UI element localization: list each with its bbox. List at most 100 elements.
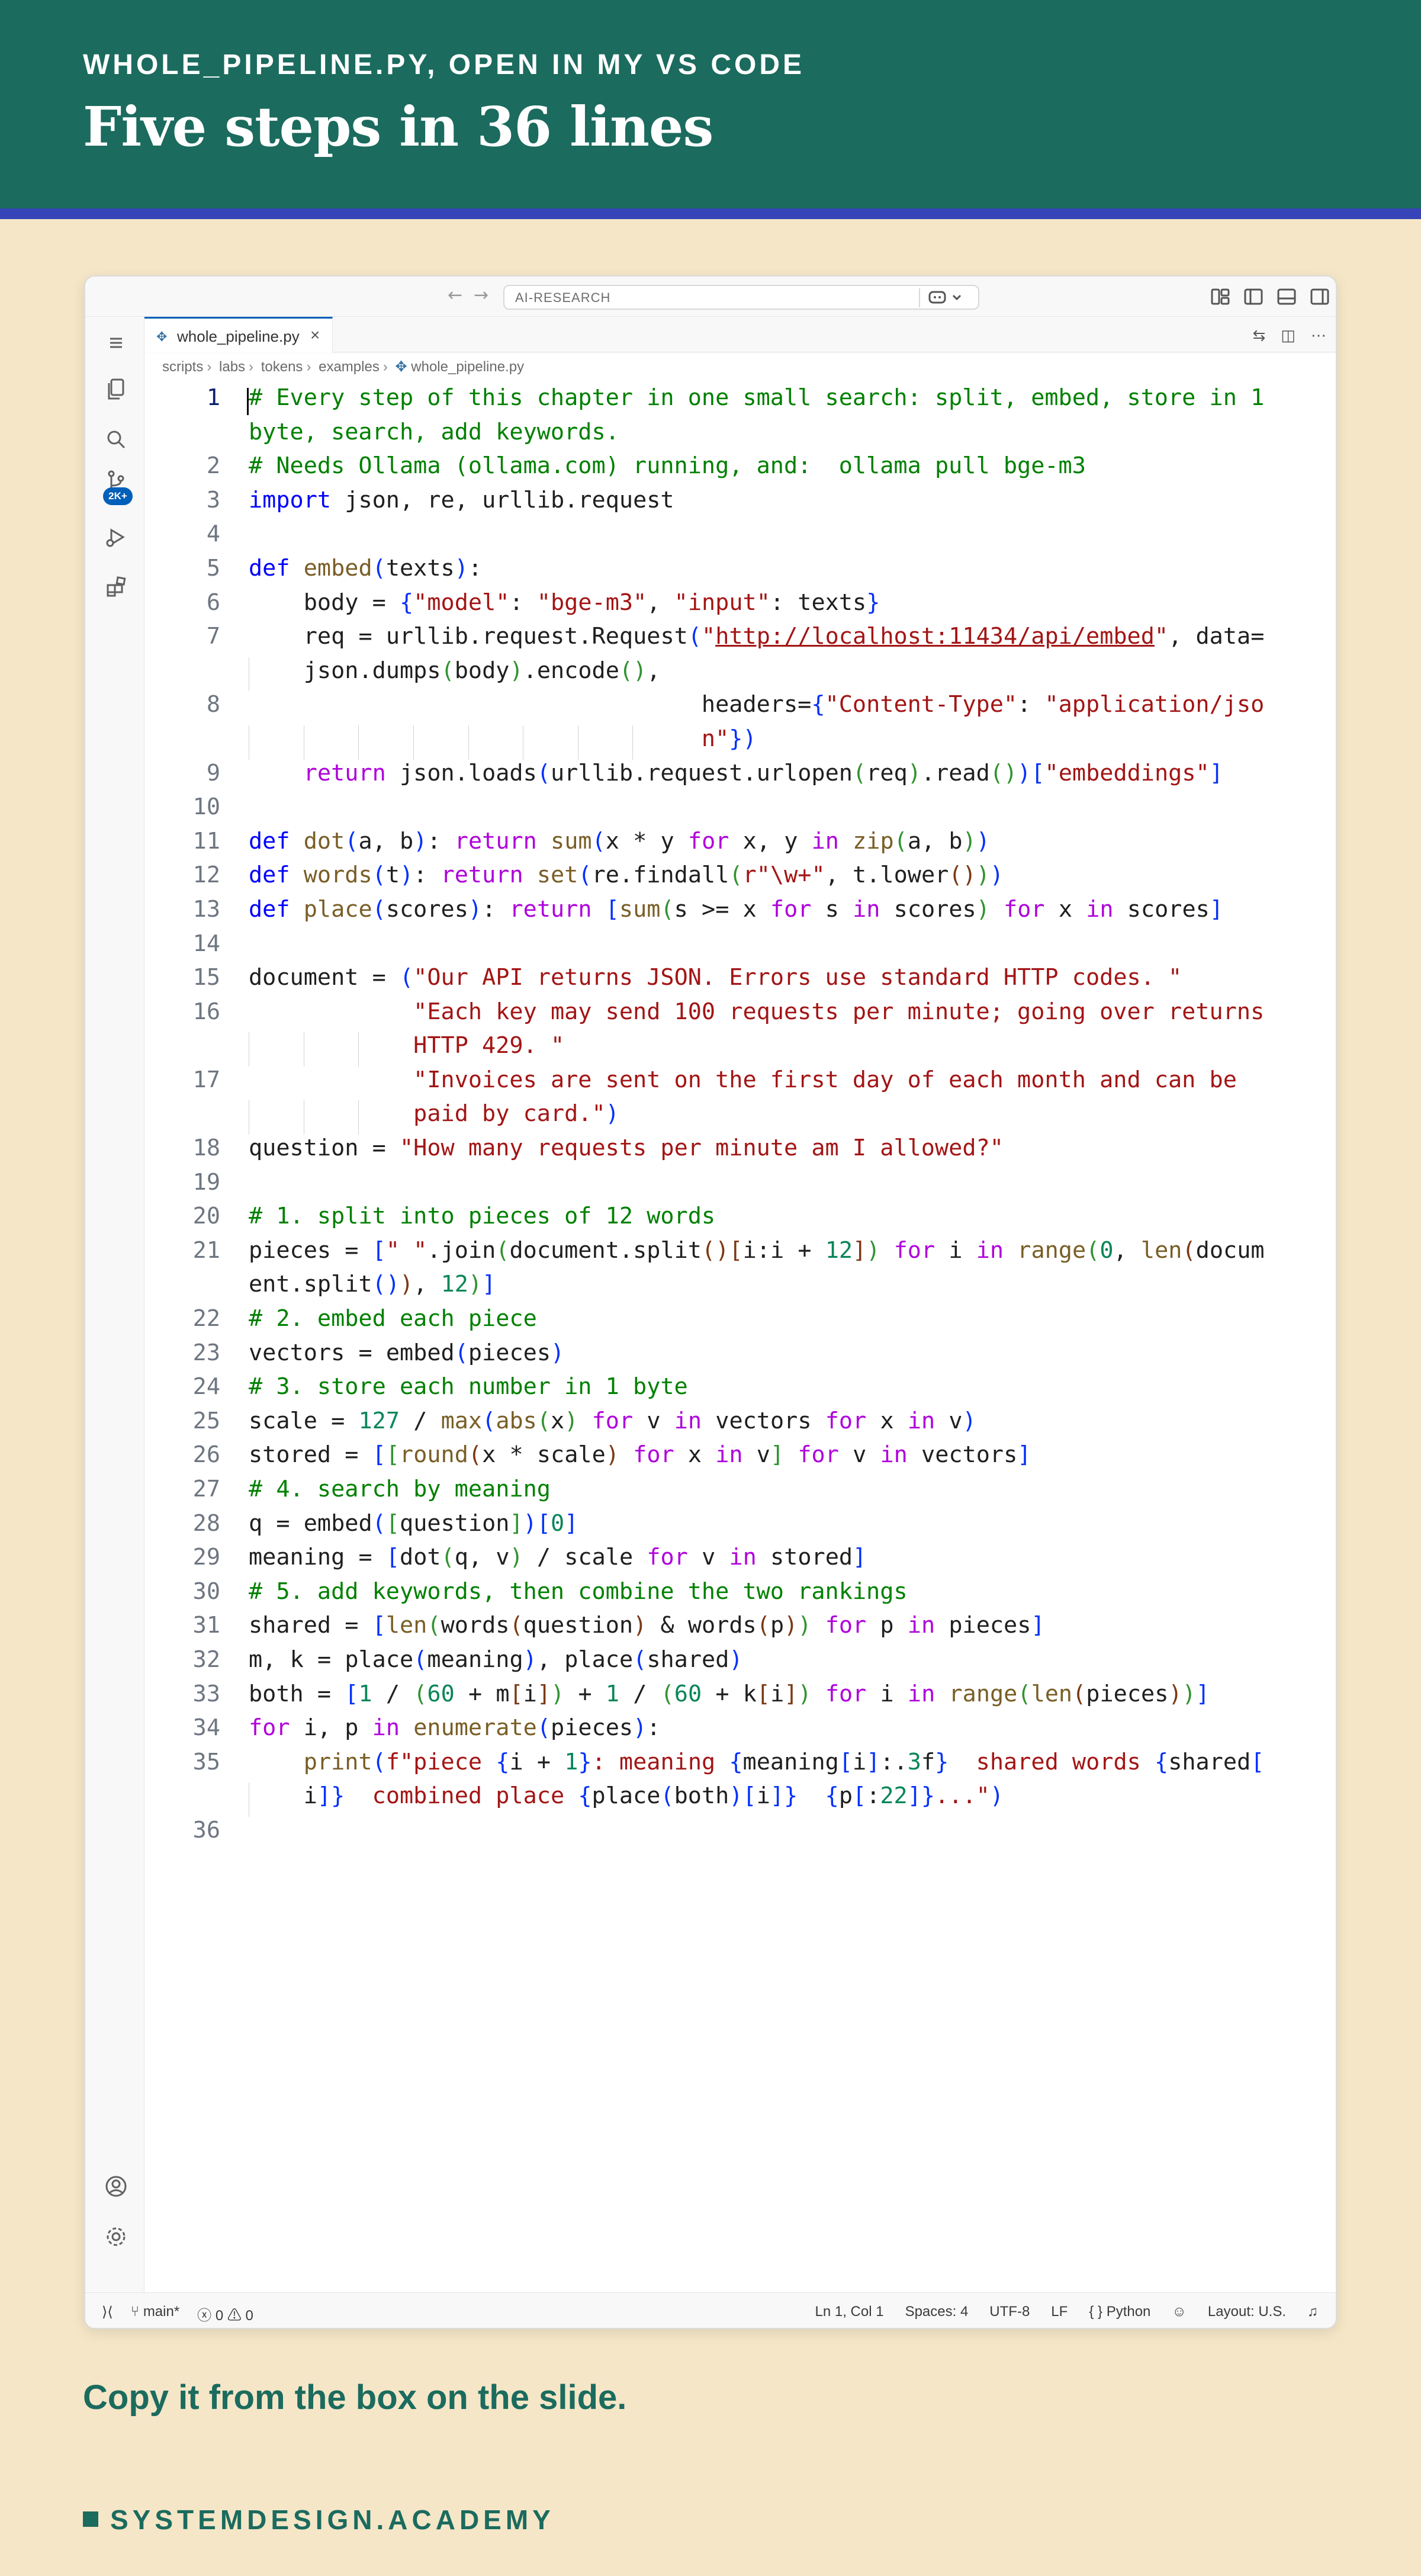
encoding[interactable]: UTF-8 — [989, 2304, 1030, 2320]
code-line[interactable]: 31 shared = [len(words(question) & words(… — [144, 1612, 1336, 1646]
code-line[interactable]: 15 document = ("Our API returns JSON. Err… — [144, 964, 1336, 998]
code-line-wrap[interactable]: HTTP 429. " — [144, 1032, 1336, 1067]
code-text: shared = [len(words(question) & words(p)… — [249, 1612, 1045, 1639]
search-icon[interactable] — [103, 426, 129, 452]
code-line[interactable]: 24 # 3. store each number in 1 byte — [144, 1373, 1336, 1408]
cursor-position[interactable]: Ln 1, Col 1 — [815, 2304, 883, 2320]
code-line[interactable]: 3 import json, re, urllib.request — [144, 486, 1336, 521]
code-line[interactable]: 16 "Each key may send 100 requests per m… — [144, 998, 1336, 1033]
warning-icon: ⚠ — [227, 2308, 246, 2324]
extensions-icon[interactable] — [103, 574, 129, 600]
tab-bar: ✥ whole_pipeline.py × ⇆ ◫ ⋯ — [144, 317, 1336, 353]
close-icon[interactable]: × — [310, 326, 320, 345]
language-mode[interactable]: { } Python — [1089, 2304, 1150, 2320]
code-line-wrap[interactable]: json.dumps(body).encode(), — [144, 657, 1336, 692]
line-number: 23 — [192, 1339, 220, 1366]
line-number: 5 — [206, 554, 220, 582]
breadcrumb-item[interactable]: whole_pipeline.py — [411, 359, 524, 375]
code-line[interactable]: 29 meaning = [dot(q, v) / scale for v in … — [144, 1544, 1336, 1578]
indentation[interactable]: Spaces: 4 — [905, 2304, 969, 2320]
compare-changes-icon[interactable]: ⇆ — [1253, 326, 1266, 345]
keyboard-layout[interactable]: Layout: U.S. — [1208, 2304, 1286, 2320]
more-actions-icon[interactable]: ⋯ — [1311, 326, 1326, 345]
forward-arrow-icon[interactable]: → — [474, 285, 488, 306]
run-debug-icon[interactable] — [103, 524, 129, 550]
code-line[interactable]: 21 pieces = [" ".join(document.split()[i:… — [144, 1237, 1336, 1271]
code-line-wrap[interactable]: byte, search, add keywords. — [144, 419, 1336, 453]
gear-icon[interactable] — [103, 2224, 129, 2250]
account-icon[interactable] — [103, 2173, 129, 2199]
code-text: # 2. embed each piece — [249, 1305, 537, 1332]
breadcrumb-item[interactable]: labs — [219, 359, 245, 375]
code-line[interactable]: 22 # 2. embed each piece — [144, 1305, 1336, 1340]
code-line[interactable]: 27 # 4. search by meaning — [144, 1476, 1336, 1510]
code-line-wrap[interactable]: n"}) — [144, 725, 1336, 760]
branch-name: main* — [143, 2304, 180, 2320]
code-line[interactable]: 14 — [144, 930, 1336, 965]
copilot-status-icon[interactable]: ☺ — [1172, 2304, 1187, 2320]
line-number: 2 — [206, 452, 220, 480]
breadcrumb-item[interactable]: tokens — [261, 359, 303, 375]
code-text: return json.loads(urllib.request.urlopen… — [303, 759, 1223, 786]
toggle-secondary-sidebar-icon[interactable] — [1310, 287, 1330, 306]
code-line-wrap[interactable]: i]} combined place {place(both)[i]} {p[:… — [144, 1782, 1336, 1817]
code-line[interactable]: 19 — [144, 1169, 1336, 1203]
code-line[interactable]: 18 question = "How many requests per minu… — [144, 1135, 1336, 1169]
code-line[interactable]: 26 stored = [[round(x * scale) for x in v… — [144, 1441, 1336, 1476]
code-text: import json, re, urllib.request — [249, 486, 674, 513]
code-text: both = [1 / (60 + m[i]) + 1 / (60 + k[i]… — [249, 1680, 1210, 1707]
code-line[interactable]: 36 — [144, 1817, 1336, 1851]
status-bar: ⟩⟨ ⑂ main* ⓧ 0 ⚠ 0 Ln 1, Col 1 Spaces: 4… — [85, 2292, 1336, 2328]
code-line[interactable]: 20 # 1. split into pieces of 12 words — [144, 1203, 1336, 1237]
remote-icon[interactable]: ⟩⟨ — [102, 2304, 113, 2324]
scm-badge: 2K+ — [103, 487, 133, 505]
code-line[interactable]: 11 def dot(a, b): return sum(x * y for x,… — [144, 828, 1336, 862]
bell-icon[interactable]: ♫ — [1307, 2304, 1318, 2320]
explorer-icon[interactable] — [103, 376, 129, 402]
code-line[interactable]: 23 vectors = embed(pieces) — [144, 1339, 1336, 1374]
toggle-panel-icon[interactable] — [1277, 287, 1297, 306]
slide-title: Five steps in 36 lines — [83, 95, 713, 159]
code-line[interactable]: 28 q = embed([question])[0] — [144, 1510, 1336, 1544]
code-line[interactable]: 9 return json.loads(urllib.request.urlop… — [144, 759, 1336, 794]
toggle-primary-sidebar-icon[interactable] — [1243, 287, 1264, 306]
code-text: ent.split()), 12)] — [249, 1271, 496, 1298]
breadcrumb-item[interactable]: examples — [319, 359, 380, 375]
code-line[interactable]: 33 both = [1 / (60 + m[i]) + 1 / (60 + k[… — [144, 1680, 1336, 1715]
back-arrow-icon[interactable]: ← — [448, 285, 462, 306]
copilot-menu[interactable] — [919, 288, 972, 307]
code-line[interactable]: 8 headers={"Content-Type": "application/… — [144, 691, 1336, 725]
code-line[interactable]: 4 — [144, 521, 1336, 555]
code-line[interactable]: 35 print(f"piece {i + 1}: meaning {meani… — [144, 1749, 1336, 1783]
code-line[interactable]: 32 m, k = place(meaning), place(shared) — [144, 1646, 1336, 1681]
code-line[interactable]: 34 for i, p in enumerate(pieces): — [144, 1714, 1336, 1749]
code-editor[interactable]: 1 # Every step of this chapter in one sma… — [144, 378, 1336, 2292]
code-line[interactable]: 25 scale = 127 / max(abs(x) for v in vect… — [144, 1408, 1336, 1442]
code-line-wrap[interactable]: paid by card.") — [144, 1100, 1336, 1135]
tab-whole-pipeline[interactable]: ✥ whole_pipeline.py × — [144, 317, 333, 353]
split-editor-icon[interactable]: ◫ — [1281, 326, 1295, 345]
branch-indicator[interactable]: ⑂ main* — [131, 2304, 179, 2324]
breadcrumb-item[interactable]: scripts — [162, 359, 203, 375]
customize-layout-icon[interactable] — [1210, 287, 1230, 306]
problems-indicator[interactable]: ⓧ 0 ⚠ 0 — [197, 2304, 253, 2324]
code-line[interactable]: 5 def embed(texts): — [144, 554, 1336, 589]
code-text: req = urllib.request.Request("http://loc… — [303, 623, 1265, 650]
command-center[interactable]: AI-RESEARCH — [503, 285, 979, 310]
code-line[interactable]: 7 req = urllib.request.Request("http://l… — [144, 623, 1336, 657]
line-ending[interactable]: LF — [1051, 2304, 1068, 2320]
code-line-wrap[interactable]: ent.split()), 12)] — [144, 1271, 1336, 1305]
code-line[interactable]: 6 body = {"model": "bge-m3", "input": te… — [144, 589, 1336, 624]
code-line[interactable]: 13 def place(scores): return [sum(s >= x … — [144, 896, 1336, 930]
code-text: n"}) — [701, 725, 757, 752]
code-line[interactable]: 12 def words(t): return set(re.findall(r"… — [144, 862, 1336, 896]
code-line[interactable]: 1 # Every step of this chapter in one sma… — [144, 384, 1336, 419]
line-number: 12 — [192, 862, 220, 889]
code-area[interactable]: 1 # Every step of this chapter in one sma… — [144, 384, 1336, 1851]
code-line[interactable]: 10 — [144, 794, 1336, 828]
code-line[interactable]: 17 "Invoices are sent on the first day o… — [144, 1067, 1336, 1101]
code-line[interactable]: 30 # 5. add keywords, then combine the tw… — [144, 1578, 1336, 1613]
code-line[interactable]: 2 # Needs Ollama (ollama.com) running, an… — [144, 452, 1336, 487]
menu-icon[interactable] — [103, 330, 129, 356]
code-text: def embed(texts): — [249, 554, 483, 582]
